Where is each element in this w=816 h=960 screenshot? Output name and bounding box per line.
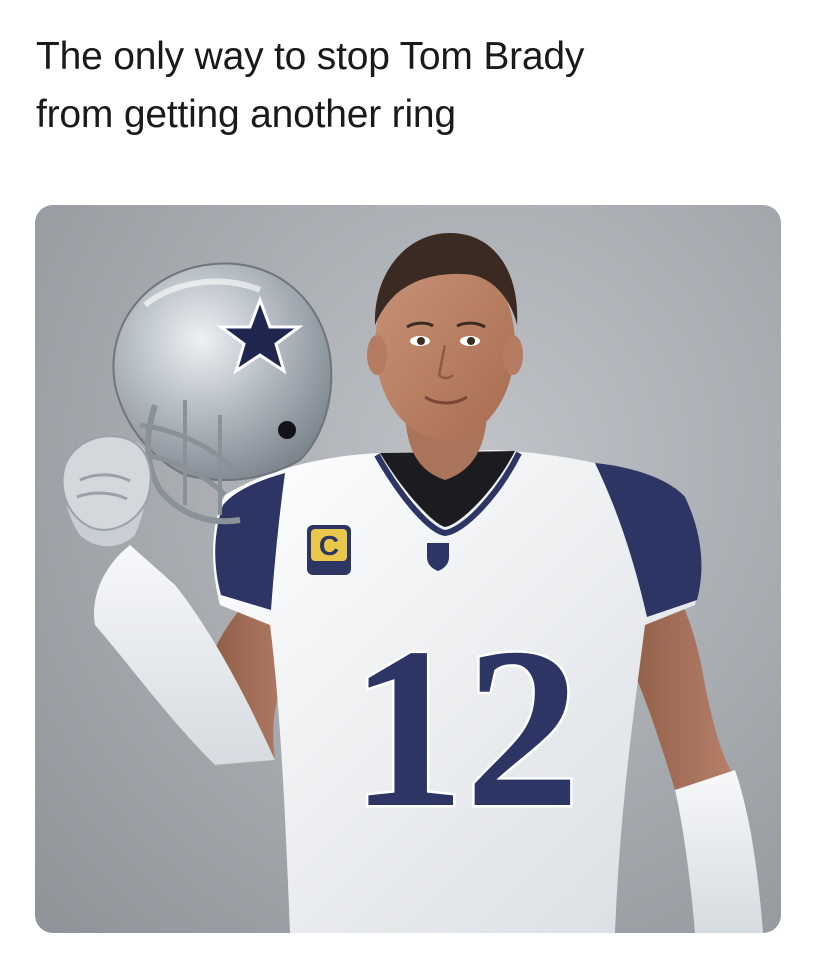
caption-line-1: The only way to stop Tom Brady	[36, 35, 585, 78]
meme-caption: The only way to stop Tom Brady from gett…	[36, 28, 796, 144]
captain-patch-letter: C	[319, 530, 339, 561]
jersey: C 12	[213, 450, 702, 933]
football-player-illustration: C 12	[61, 233, 763, 933]
player-head	[367, 233, 523, 480]
left-glove	[61, 435, 152, 531]
caption-line-2: from getting another ring	[36, 93, 456, 136]
meme-photo: C 12	[35, 205, 781, 933]
jersey-number: 12	[350, 600, 580, 855]
